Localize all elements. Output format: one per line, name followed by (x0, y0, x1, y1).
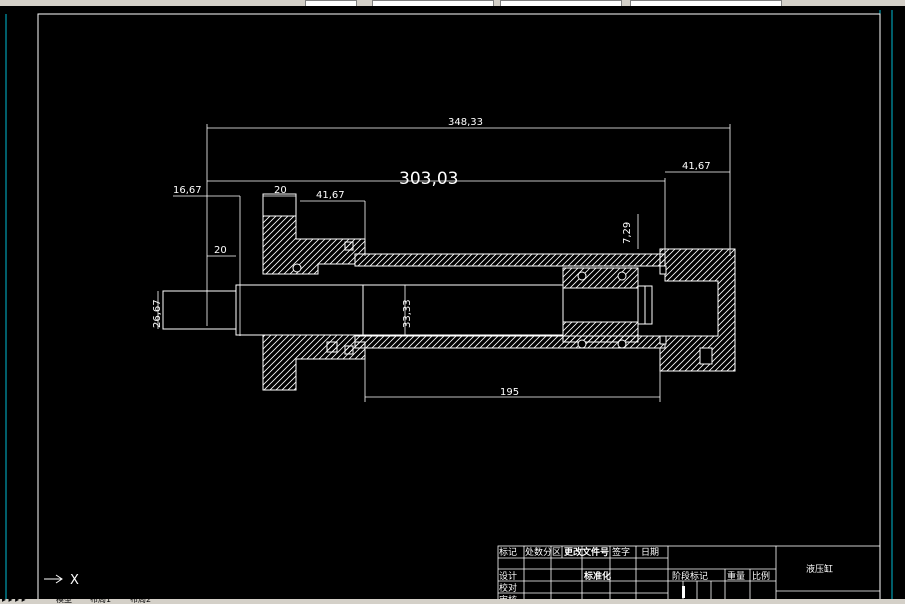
dim-right: 41,67 (682, 161, 711, 172)
tb-date: 日期 (641, 547, 659, 558)
tb-check: 校对 (499, 582, 517, 594)
dim-body: 303,03 (399, 169, 458, 189)
tb-stage-mark: 阶段标记 (672, 570, 708, 582)
ucs-x-label: X (70, 573, 79, 588)
tab-nav-icon[interactable]: ▸ ▸ ▸ ▸ (2, 596, 26, 604)
tb-weight: 重量 (727, 570, 745, 582)
tab-layout2[interactable]: 布局2 (130, 596, 151, 604)
dim-wall: 7,29 (622, 222, 633, 244)
cylinder-section (162, 193, 736, 391)
dim-flange: 20 (274, 185, 287, 196)
tb-change-doc: 更改文件号 (564, 546, 609, 558)
end-cap (659, 248, 736, 372)
cad-drawing: 348,33 303,03 41,67 16,67 20 41,67 20 7,… (5, 10, 893, 600)
dim-rod-dia: 26,67 (152, 299, 163, 328)
dim-bore: 41,67 (316, 190, 345, 201)
dim-rod-step: 20 (214, 245, 227, 256)
tb-sign: 签字 (612, 546, 630, 558)
ucs-icon (44, 574, 63, 584)
tb-mark: 标记 (499, 546, 517, 558)
tab-layout1[interactable]: 布局1 (90, 596, 111, 604)
tb-scale: 比例 (752, 570, 770, 582)
layout-tab-bar: ▸ ▸ ▸ ▸ 模型 布局1 布局2 (0, 596, 905, 604)
dim-overall: 348,33 (448, 117, 483, 128)
piston-bottom (562, 321, 639, 343)
dim-left-offset: 16,67 (173, 185, 202, 196)
rod-step (235, 284, 364, 336)
tb-count: 处数 (525, 546, 543, 558)
dim-piston-dia: 33,33 (402, 299, 413, 328)
drawing-canvas[interactable]: 348,33 303,03 41,67 16,67 20 41,67 20 7,… (0, 6, 905, 600)
tb-design: 设计 (499, 570, 517, 582)
rod-main (362, 284, 564, 336)
tab-model[interactable]: 模型 (56, 596, 72, 604)
seal-top (292, 263, 302, 273)
tb-zone: 分区 (543, 547, 561, 558)
tb-part-name: 液压缸 (806, 563, 833, 575)
piston-top (562, 267, 639, 289)
tb-standardize: 标准化 (583, 570, 611, 582)
tb-stage-marker (682, 586, 685, 598)
barrel-top (354, 253, 666, 267)
dim-stroke: 195 (500, 387, 519, 398)
